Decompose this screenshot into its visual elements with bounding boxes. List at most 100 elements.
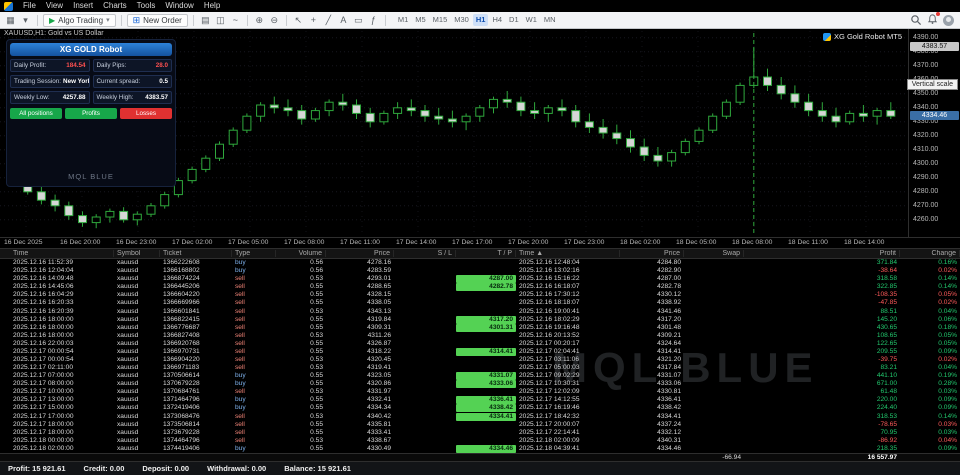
history-cell: 4338.42 bbox=[456, 404, 516, 412]
time-axis[interactable]: 16 Dec 202516 Dec 20:0016 Dec 23:0017 De… bbox=[0, 237, 960, 248]
history-row[interactable]: 2025.12.17 08:00:00xauusd1370679228buy0.… bbox=[0, 380, 960, 388]
history-cell: 318.53 bbox=[744, 413, 900, 421]
history-header-price-5[interactable]: Price bbox=[326, 250, 394, 257]
mt5-logo-icon bbox=[4, 2, 13, 11]
history-row[interactable]: 2025.12.16 16:20:33xauusd1366669966sell0… bbox=[0, 299, 960, 307]
history-row[interactable]: 2025.12.16 18:00:00xauusd1366822415sell0… bbox=[0, 316, 960, 324]
history-row[interactable]: 2025.12.16 11:52:39xauusd1366222608buy0.… bbox=[0, 259, 960, 267]
price-axis-label: 4320.00 bbox=[913, 132, 938, 139]
robot-panel-button-profits[interactable]: Profits bbox=[65, 108, 117, 119]
menu-charts[interactable]: Charts bbox=[98, 0, 132, 12]
history-cell: 4334.34 bbox=[326, 404, 394, 412]
history-cell: xauusd bbox=[114, 348, 160, 356]
new-chart-icon[interactable]: ▦ bbox=[4, 13, 17, 27]
timeframe-w1[interactable]: W1 bbox=[523, 14, 540, 26]
history-row[interactable]: 2025.12.17 18:00:00xauusd1373506814sell0… bbox=[0, 421, 960, 429]
history-cell: 4326.87 bbox=[326, 340, 394, 348]
history-cell: sell bbox=[232, 332, 276, 340]
history-cell: 4333.41 bbox=[326, 429, 394, 437]
text-tool-icon[interactable]: A bbox=[337, 13, 350, 27]
candlestick-chart-icon[interactable]: ◫ bbox=[214, 13, 227, 27]
menu-help[interactable]: Help bbox=[199, 0, 225, 12]
history-header-type-3[interactable]: Type bbox=[232, 250, 276, 257]
crosshair-icon[interactable]: + bbox=[307, 13, 320, 27]
history-header-price-9[interactable]: Price bbox=[620, 250, 684, 257]
history-row[interactable]: 2025.12.16 22:00:03xauusd1366920768sell0… bbox=[0, 340, 960, 348]
timeframe-m5[interactable]: M5 bbox=[412, 14, 428, 26]
history-row[interactable]: 2025.12.17 13:00:00xauusd1371464796buy0.… bbox=[0, 396, 960, 404]
menu-tools[interactable]: Tools bbox=[132, 0, 161, 12]
menu-window[interactable]: Window bbox=[160, 0, 198, 12]
history-row[interactable]: 2025.12.17 07:00:00xauusd1370506614buy0.… bbox=[0, 372, 960, 380]
zoom-out-icon[interactable]: ⊖ bbox=[268, 13, 281, 27]
history-header-volume-4[interactable]: Volume bbox=[276, 250, 326, 257]
history-cell: 441.10 bbox=[744, 372, 900, 380]
history-row[interactable]: 2025.12.16 16:04:29xauusd1366604220sell0… bbox=[0, 291, 960, 299]
history-header-ticket-2[interactable]: Ticket bbox=[160, 250, 232, 257]
timeframe-m1[interactable]: M1 bbox=[395, 14, 411, 26]
history-row[interactable]: 2025.12.17 18:00:00xauusd1373679228sell0… bbox=[0, 429, 960, 437]
history-header-tp-7[interactable]: T / P bbox=[456, 250, 516, 257]
history-row[interactable]: 2025.12.18 02:00:00xauusd1374419406buy0.… bbox=[0, 445, 960, 453]
history-row[interactable]: 2025.12.17 15:00:00xauusd1372419406buy0.… bbox=[0, 404, 960, 412]
history-cell: 4309.31 bbox=[326, 324, 394, 332]
history-row[interactable]: 2025.12.17 00:00:54xauusd1366904220sell0… bbox=[0, 356, 960, 364]
history-cell: 2025.12.17 17:00:00 bbox=[10, 413, 114, 421]
history-cell: xauusd bbox=[114, 291, 160, 299]
history-header-profit-11[interactable]: Profit bbox=[744, 250, 900, 257]
notifications-bell[interactable] bbox=[927, 13, 938, 27]
status-item-4: Balance: 15 921.61 bbox=[284, 464, 351, 473]
cursor-icon[interactable]: ↖ bbox=[292, 13, 305, 27]
timeframe-d1[interactable]: D1 bbox=[506, 14, 522, 26]
history-row[interactable]: 2025.12.16 14:09:48xauusd1366874224sell0… bbox=[0, 275, 960, 283]
zoom-in-icon[interactable]: ⊕ bbox=[253, 13, 266, 27]
price-axis[interactable]: 4383.57 4334.46 4390.004380.004370.00436… bbox=[908, 29, 960, 237]
history-row[interactable]: 2025.12.16 18:00:00xauusd1366827408sell0… bbox=[0, 332, 960, 340]
history-cell: 2025.12.17 22:14:41 bbox=[516, 429, 620, 437]
timeframe-h4[interactable]: H4 bbox=[489, 14, 505, 26]
history-header-swap-10[interactable]: Swap bbox=[684, 250, 744, 257]
history-cell: 1366776687 bbox=[160, 324, 232, 332]
history-row[interactable]: 2025.12.16 16:20:39xauusd1366601841sell0… bbox=[0, 307, 960, 315]
robot-panel-button-all-positions[interactable]: All positions bbox=[10, 108, 62, 119]
history-row[interactable]: 2025.12.17 02:11:00xauusd1366971183sell0… bbox=[0, 364, 960, 372]
history-cell: 2025.12.16 11:52:39 bbox=[10, 259, 114, 267]
history-header-time-8[interactable]: Time ▲ bbox=[516, 250, 620, 257]
timeframe-m15[interactable]: M15 bbox=[430, 14, 451, 26]
history-header-symbol-1[interactable]: Symbol bbox=[114, 250, 160, 257]
bar-chart-icon[interactable]: ▤ bbox=[199, 13, 212, 27]
time-axis-label: 17 Dec 23:00 bbox=[564, 239, 604, 246]
history-row[interactable]: 2025.12.16 12:04:04xauusd1366168802buy0.… bbox=[0, 267, 960, 275]
timeframe-h1[interactable]: H1 bbox=[473, 14, 489, 26]
history-header-sl-6[interactable]: S / L bbox=[394, 250, 456, 257]
history-row[interactable]: 2025.12.16 18:00:00xauusd1366776687sell0… bbox=[0, 324, 960, 332]
history-row[interactable]: 2025.12.16 14:45:06xauusd1366445206sell0… bbox=[0, 283, 960, 291]
history-row[interactable]: 2025.12.18 00:00:00xauusd1374464796sell0… bbox=[0, 437, 960, 445]
account-avatar[interactable] bbox=[943, 15, 954, 26]
menu-insert[interactable]: Insert bbox=[68, 0, 98, 12]
history-cell: 0.09% bbox=[900, 404, 960, 412]
menu-view[interactable]: View bbox=[41, 0, 68, 12]
algo-trading-button[interactable]: ▶ Algo Trading ▾ bbox=[43, 14, 116, 27]
chart-area[interactable]: XAUUSD,H1: Gold vs US Dollar XG GOLD Rob… bbox=[0, 29, 960, 237]
history-cell: 0.05% bbox=[900, 291, 960, 299]
trendline-icon[interactable]: ╱ bbox=[322, 13, 335, 27]
timeframe-m30[interactable]: M30 bbox=[451, 14, 472, 26]
timeframe-mn[interactable]: MN bbox=[541, 14, 559, 26]
history-cell: sell bbox=[232, 275, 276, 283]
robot-panel-button-losses[interactable]: Losses bbox=[120, 108, 172, 119]
current-price-tag: 4334.46 bbox=[910, 111, 959, 120]
notification-badge bbox=[936, 12, 940, 16]
history-header-change-12[interactable]: Change bbox=[900, 250, 960, 257]
line-chart-icon[interactable]: ~ bbox=[229, 13, 242, 27]
history-header-time-0[interactable]: Time bbox=[10, 250, 114, 257]
history-row[interactable]: 2025.12.17 00:00:54xauusd1366970731sell0… bbox=[0, 348, 960, 356]
menu-file[interactable]: File bbox=[18, 0, 41, 12]
history-row[interactable]: 2025.12.17 17:00:00xauusd1373068476sell0… bbox=[0, 412, 960, 420]
search-icon[interactable] bbox=[910, 14, 922, 26]
new-order-button[interactable]: ⊞ New Order bbox=[127, 14, 188, 27]
indicators-icon[interactable]: ƒ bbox=[367, 13, 380, 27]
history-row[interactable]: 2025.12.17 10:00:00xauusd1370684761sell0… bbox=[0, 388, 960, 396]
chart-dropdown-icon[interactable]: ▾ bbox=[19, 13, 32, 27]
shapes-icon[interactable]: ▭ bbox=[352, 13, 365, 27]
